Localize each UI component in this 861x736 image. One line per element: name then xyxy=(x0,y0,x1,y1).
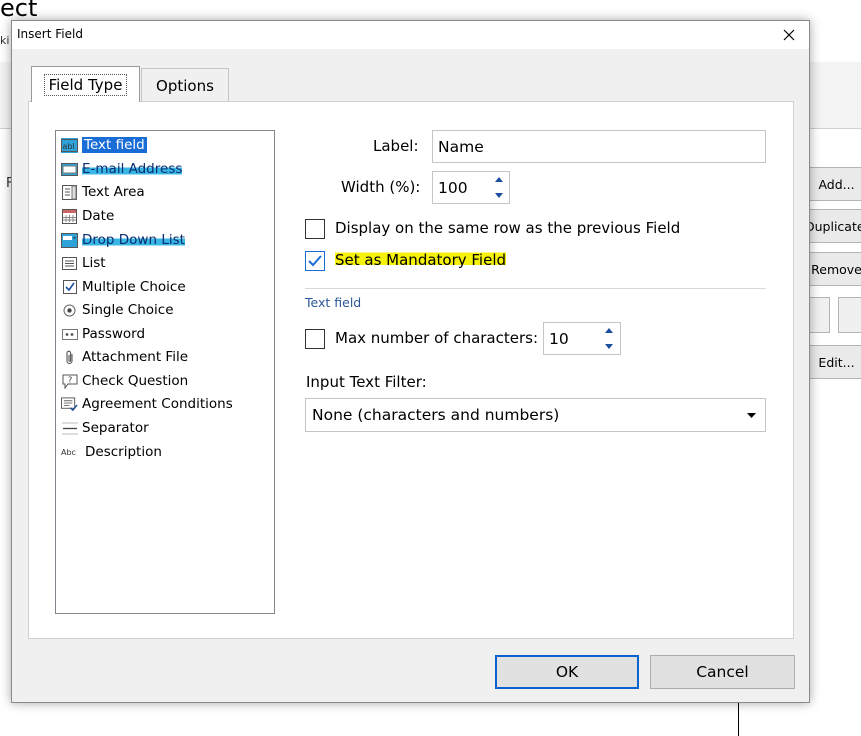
list-item-email-address[interactable]: E-mail Address xyxy=(61,158,183,180)
background-add-button[interactable]: Add... xyxy=(806,167,861,201)
field-type-panel: abl Text field E-mail Address Text Area xyxy=(28,101,794,639)
list-item-label: Date xyxy=(82,208,115,224)
list-icon xyxy=(61,256,78,271)
cancel-button[interactable]: Cancel xyxy=(650,655,795,689)
spin-down-icon[interactable] xyxy=(495,192,503,198)
separator-icon xyxy=(61,421,78,436)
list-item-label: Multiple Choice xyxy=(82,279,186,295)
mandatory-label: Set as Mandatory Field xyxy=(335,251,507,269)
background-edit-button[interactable]: Edit... xyxy=(806,345,861,379)
label-input[interactable]: Name xyxy=(432,130,766,163)
list-item-drop-down-list[interactable]: Drop Down List xyxy=(61,229,185,251)
max-chars-spinner[interactable] xyxy=(598,323,620,354)
filter-dropdown[interactable]: None (characters and numbers) xyxy=(305,398,766,432)
same-row-checkbox[interactable] xyxy=(305,219,325,239)
tab-options[interactable]: Options xyxy=(141,68,229,102)
svg-text:abl: abl xyxy=(63,142,75,151)
chevron-down-icon xyxy=(747,413,756,418)
list-item-check-question[interactable]: ? Check Question xyxy=(61,370,188,392)
agreement-icon xyxy=(61,396,78,412)
list-item-label: Agreement Conditions xyxy=(82,396,233,412)
width-value: 100 xyxy=(438,178,468,197)
list-item-label: Attachment File xyxy=(82,349,189,365)
email-icon xyxy=(61,162,78,177)
list-item-list[interactable]: List xyxy=(61,252,106,274)
list-item-label: Separator xyxy=(82,420,149,436)
spin-down-icon[interactable] xyxy=(605,343,613,349)
list-item-attachment-file[interactable]: Attachment File xyxy=(61,346,188,368)
text-field-icon: abl xyxy=(61,137,78,153)
max-chars-value: 10 xyxy=(549,329,569,348)
list-item-label: Text Area xyxy=(82,184,145,200)
question-icon: ? xyxy=(61,374,78,389)
background-app-subtitle: ki xyxy=(0,34,10,47)
background-duplicate-label: Duplicate xyxy=(806,218,861,234)
list-item-date[interactable]: Date xyxy=(61,205,114,227)
text-area-icon xyxy=(61,184,78,200)
list-item-text-area[interactable]: Text Area xyxy=(61,181,145,203)
list-item-label: E-mail Address xyxy=(82,161,183,177)
paperclip-icon xyxy=(61,350,78,365)
list-item-text-field[interactable]: abl Text field xyxy=(61,134,147,156)
max-chars-checkbox[interactable] xyxy=(305,329,325,349)
tab-options-label: Options xyxy=(156,76,214,95)
ok-button[interactable]: OK xyxy=(495,655,639,689)
width-spinner[interactable] xyxy=(488,172,510,203)
tab-field-type[interactable]: Field Type xyxy=(31,66,140,102)
list-item-label: Drop Down List xyxy=(82,232,185,248)
password-icon xyxy=(61,327,78,342)
background-square-button-2[interactable] xyxy=(838,297,861,333)
list-item-label: List xyxy=(82,255,106,271)
close-icon xyxy=(783,29,795,41)
max-chars-label: Max number of characters: xyxy=(335,329,539,347)
background-remove-button[interactable]: Remove xyxy=(806,252,861,286)
list-item-label: Password xyxy=(82,326,146,342)
same-row-label: Display on the same row as the previous … xyxy=(335,219,681,237)
list-item-label: Description xyxy=(85,444,162,460)
tab-field-type-label: Field Type xyxy=(43,73,128,96)
group-separator xyxy=(305,288,766,289)
list-item-multiple-choice[interactable]: Multiple Choice xyxy=(61,276,186,298)
list-item-password[interactable]: Password xyxy=(61,323,145,345)
group-title: Text field xyxy=(305,295,362,310)
close-button[interactable] xyxy=(769,21,809,49)
list-item-label: Text field xyxy=(82,137,147,153)
mandatory-checkbox[interactable] xyxy=(305,251,325,271)
filter-value: None (characters and numbers) xyxy=(312,406,560,424)
field-type-list[interactable]: abl Text field E-mail Address Text Area xyxy=(55,130,275,614)
calendar-icon xyxy=(61,208,78,224)
list-item-description[interactable]: Abc Description xyxy=(61,441,162,463)
checkmark-icon xyxy=(308,255,322,267)
description-icon: Abc xyxy=(61,445,81,460)
dialog-title: Insert Field xyxy=(17,27,83,41)
list-item-agreement-conditions[interactable]: Agreement Conditions xyxy=(61,393,233,415)
background-vertical-line xyxy=(738,700,739,736)
background-duplicate-button[interactable]: Duplicate xyxy=(806,209,861,243)
dialog-titlebar: Insert Field xyxy=(12,21,809,49)
background-app-title: ect xyxy=(0,0,38,22)
list-item-label: Single Choice xyxy=(82,302,174,318)
list-item-single-choice[interactable]: Single Choice xyxy=(61,299,174,321)
svg-text:?: ? xyxy=(68,375,72,384)
label-caption: Label: xyxy=(373,137,419,155)
spin-up-icon[interactable] xyxy=(495,177,503,183)
checkbox-icon xyxy=(61,280,78,295)
filter-caption: Input Text Filter: xyxy=(306,373,427,391)
list-item-label: Check Question xyxy=(82,373,189,389)
dropdown-list-icon xyxy=(61,232,78,248)
list-item-separator[interactable]: Separator xyxy=(61,417,149,439)
spin-up-icon[interactable] xyxy=(605,328,613,334)
radio-icon xyxy=(61,303,78,318)
width-caption: Width (%): xyxy=(341,178,421,196)
insert-field-dialog: Insert Field Field Type Options abl Text… xyxy=(11,20,810,703)
svg-text:Abc: Abc xyxy=(61,448,76,457)
